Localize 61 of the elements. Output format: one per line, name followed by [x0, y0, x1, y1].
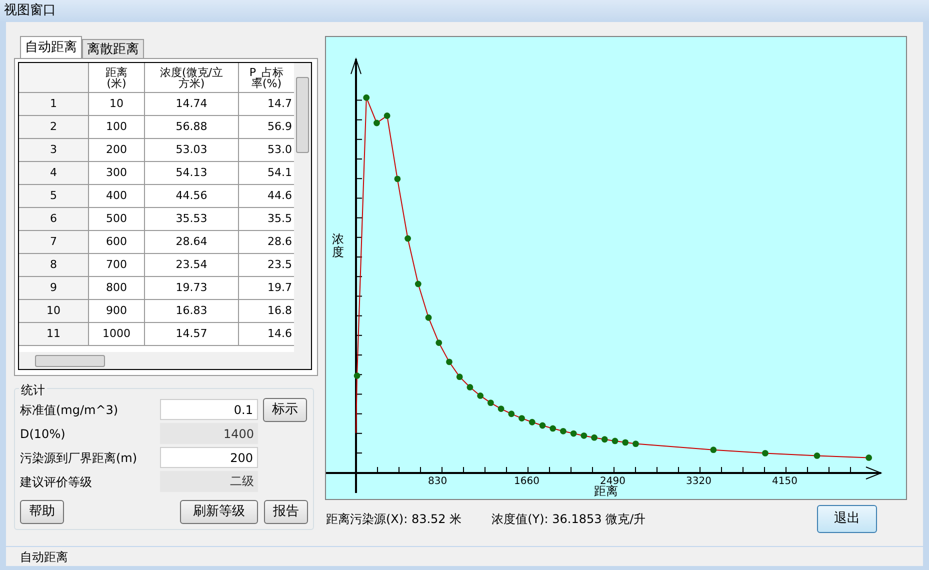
help-button[interactable]: 帮助: [20, 500, 64, 524]
table-cell: 16.83: [145, 300, 239, 322]
table-cell: 900: [89, 300, 145, 322]
row-header: 9: [19, 277, 89, 299]
vertical-scrollbar[interactable]: [294, 63, 311, 352]
window-title: 视图窗口: [4, 2, 56, 20]
table-cell: 400: [89, 185, 145, 207]
refresh-grade-button[interactable]: 刷新等级: [180, 500, 258, 524]
input-field[interactable]: 200: [160, 447, 258, 468]
row-header: 5: [19, 185, 89, 207]
field-label: D(10%): [20, 426, 66, 442]
tab[interactable]: 离散距离: [82, 39, 144, 58]
row-header: 8: [19, 254, 89, 276]
table-cell: 54.13: [145, 162, 239, 184]
table-cell: 23.54: [145, 254, 239, 276]
table-cell: 53.03: [145, 139, 239, 161]
table-cell: 19.73: [145, 277, 239, 299]
row-header: 1: [19, 93, 89, 115]
table-cell: 300: [89, 162, 145, 184]
row-header: 3: [19, 139, 89, 161]
input-field[interactable]: 0.1: [160, 399, 258, 420]
readout-text: 浓度值(Y): 36.1853 微克/升: [492, 511, 646, 528]
x-tick-label: 830: [428, 477, 448, 487]
row-header: 4: [19, 162, 89, 184]
y-axis-label: 浓度: [332, 233, 344, 260]
table-cell: 600: [89, 231, 145, 253]
table-cell: 28.64: [145, 231, 239, 253]
table-cell: 10: [89, 93, 145, 115]
table-cell: 800: [89, 277, 145, 299]
row-header: 10: [19, 300, 89, 322]
table-cell: 100: [89, 116, 145, 138]
field-label: 污染源到厂界距离(m): [20, 450, 138, 466]
report-button[interactable]: 报告: [264, 500, 308, 524]
x-tick-label: 4150: [772, 477, 798, 487]
table-cell: 200: [89, 139, 145, 161]
table-cell: 14.57: [145, 323, 239, 345]
column-header: P_占标率(%): [248, 66, 285, 88]
column-header: 浓度(微克/立方米): [159, 66, 224, 88]
row-header: 11: [19, 323, 89, 345]
table-cell: 56.88: [145, 116, 239, 138]
table-cell: 500: [89, 208, 145, 230]
table-cell: 14.74: [145, 93, 239, 115]
row-header: 2: [19, 116, 89, 138]
mark-button[interactable]: 标示: [263, 398, 307, 422]
column-header: 距离(米): [104, 66, 128, 88]
table-cell: 1000: [89, 323, 145, 345]
table-cell: 44.56: [145, 185, 239, 207]
x-tick-label: 1660: [514, 477, 540, 487]
tab[interactable]: 自动距离: [20, 36, 82, 58]
row-header: 7: [19, 231, 89, 253]
table-cell: 35.53: [145, 208, 239, 230]
field-label: 建议评价等级: [20, 474, 93, 490]
status-text: 自动距离: [20, 548, 68, 566]
field-label: 标准值(mg/m^3): [20, 402, 120, 418]
horizontal-scrollbar[interactable]: [19, 352, 311, 369]
x-axis-label: 距离: [594, 485, 618, 497]
x-tick-label: 3320: [686, 477, 712, 487]
exit-button[interactable]: 退出: [817, 505, 877, 533]
row-header: 6: [19, 208, 89, 230]
readout-text: 距离污染源(X): 83.52 米: [326, 511, 462, 528]
table-cell: 700: [89, 254, 145, 276]
